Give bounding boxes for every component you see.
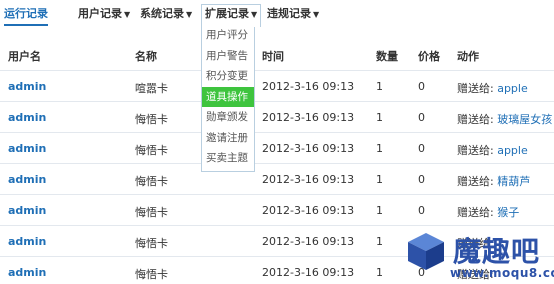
action-label: 赠送给:	[457, 82, 498, 95]
cell-username[interactable]: admin	[8, 235, 46, 248]
header-price: 价格	[418, 50, 440, 63]
menu-system-log[interactable]: 系统记录 ▼	[140, 5, 192, 21]
cell-username[interactable]: admin	[8, 173, 46, 186]
table-row: admin 悔悟卡 2012-3-16 09:13 1 0 赠送给: 精葫芦	[0, 163, 554, 194]
cell-price: 0	[418, 80, 425, 93]
extension-log-dropdown: 用户评分 用户警告 积分变更 道具操作 勋章颁发 邀请注册 买卖主题	[201, 22, 255, 172]
cell-name: 悔悟卡	[135, 237, 168, 250]
action-label: 赠送给:	[457, 144, 498, 157]
menu-user-log[interactable]: 用户记录 ▼	[78, 5, 130, 21]
tab-run-log[interactable]: 运行记录	[4, 5, 48, 26]
cell-quantity: 1	[376, 173, 383, 186]
menu-label: 系统记录	[140, 7, 184, 20]
cell-time: 2012-3-16 09:13	[262, 173, 355, 186]
recipient-link[interactable]: 精葫芦	[497, 175, 530, 188]
menu-label: 用户记录	[78, 7, 122, 20]
cell-quantity: 1	[376, 204, 383, 217]
caret-down-icon: ▼	[186, 10, 193, 19]
cell-quantity: 1	[376, 111, 383, 124]
dropdown-item-medals[interactable]: 勋章颁发	[202, 107, 254, 128]
cell-username[interactable]: admin	[8, 266, 46, 279]
dropdown-item-invite[interactable]: 邀请注册	[202, 128, 254, 149]
watermark: 魔趣吧 www.moqu8.com	[405, 230, 554, 284]
cell-quantity: 1	[376, 235, 383, 248]
table-row: admin 喧嚣卡 2012-3-16 09:13 1 0 赠送给: apple	[0, 70, 554, 101]
cell-name: 悔悟卡	[135, 175, 168, 188]
cell-action: 赠送给: 玻璃屋女孩	[457, 111, 552, 127]
cell-price: 0	[418, 111, 425, 124]
header-quantity: 数量	[376, 50, 398, 63]
menu-violation-log[interactable]: 违规记录 ▼	[267, 5, 319, 21]
caret-down-icon: ▼	[124, 10, 131, 19]
cell-username[interactable]: admin	[8, 204, 46, 217]
action-label: 赠送给:	[457, 113, 498, 126]
cell-price: 0	[418, 204, 425, 217]
dropdown-item-rating[interactable]: 用户评分	[202, 25, 254, 46]
cube-logo-icon	[408, 233, 444, 270]
cell-username[interactable]: admin	[8, 111, 46, 124]
recipient-link[interactable]: apple	[497, 144, 528, 157]
menu-label: 扩展记录	[205, 7, 249, 20]
cell-action: 赠送给: 精葫芦	[457, 173, 530, 189]
cell-name: 悔悟卡	[135, 268, 168, 281]
cell-time: 2012-3-16 09:13	[262, 204, 355, 217]
cell-time: 2012-3-16 09:13	[262, 142, 355, 155]
recipient-link[interactable]: 猴子	[497, 206, 519, 219]
watermark-url: www.moqu8.com	[450, 266, 554, 280]
watermark-title: 魔趣吧	[453, 235, 541, 268]
table-row: admin 悔悟卡 2012-3-16 09:13 1 0 赠送给: apple	[0, 132, 554, 163]
recipient-link[interactable]: apple	[497, 82, 528, 95]
dropdown-item-credits[interactable]: 积分变更	[202, 66, 254, 87]
action-label: 赠送给:	[457, 206, 498, 219]
caret-down-icon: ▼	[313, 10, 320, 19]
cell-quantity: 1	[376, 142, 383, 155]
table-row: admin 悔悟卡 2012-3-16 09:13 1 0 赠送给: 玻璃屋女孩	[0, 101, 554, 132]
header-time: 时间	[262, 50, 284, 63]
cell-action: 赠送给: apple	[457, 142, 528, 158]
cell-name: 喧嚣卡	[135, 82, 168, 95]
dropdown-item-warning[interactable]: 用户警告	[202, 46, 254, 67]
cell-time: 2012-3-16 09:13	[262, 266, 355, 279]
cell-quantity: 1	[376, 266, 383, 279]
table-row: admin 悔悟卡 2012-3-16 09:13 1 0 赠送给: 猴子	[0, 194, 554, 225]
caret-down-icon: ▼	[251, 10, 258, 19]
cell-username[interactable]: admin	[8, 80, 46, 93]
action-label: 赠送给:	[457, 175, 498, 188]
top-nav: 运行记录 用户记录 ▼ 系统记录 ▼ 扩展记录 ▼ 违规记录 ▼	[0, 0, 554, 27]
menu-extension-log[interactable]: 扩展记录 ▼	[201, 4, 262, 27]
cell-username[interactable]: admin	[8, 142, 46, 155]
cell-time: 2012-3-16 09:13	[262, 111, 355, 124]
table-header: 用户名 名称 时间 数量 价格 动作	[0, 40, 554, 70]
recipient-link[interactable]: 玻璃屋女孩	[497, 113, 552, 126]
cell-price: 0	[418, 173, 425, 186]
cell-time: 2012-3-16 09:13	[262, 80, 355, 93]
menu-label: 违规记录	[267, 7, 311, 20]
header-username: 用户名	[8, 50, 41, 63]
cell-action: 赠送给: 猴子	[457, 204, 519, 220]
cell-time: 2012-3-16 09:13	[262, 235, 355, 248]
cell-quantity: 1	[376, 80, 383, 93]
cell-price: 0	[418, 142, 425, 155]
cell-action: 赠送给: apple	[457, 80, 528, 96]
header-action: 动作	[457, 50, 479, 63]
header-name: 名称	[135, 50, 157, 63]
dropdown-item-props[interactable]: 道具操作	[202, 86, 254, 107]
dropdown-item-trade[interactable]: 买卖主题	[202, 148, 254, 169]
cell-name: 悔悟卡	[135, 113, 168, 126]
cell-name: 悔悟卡	[135, 206, 168, 219]
cell-name: 悔悟卡	[135, 144, 168, 157]
